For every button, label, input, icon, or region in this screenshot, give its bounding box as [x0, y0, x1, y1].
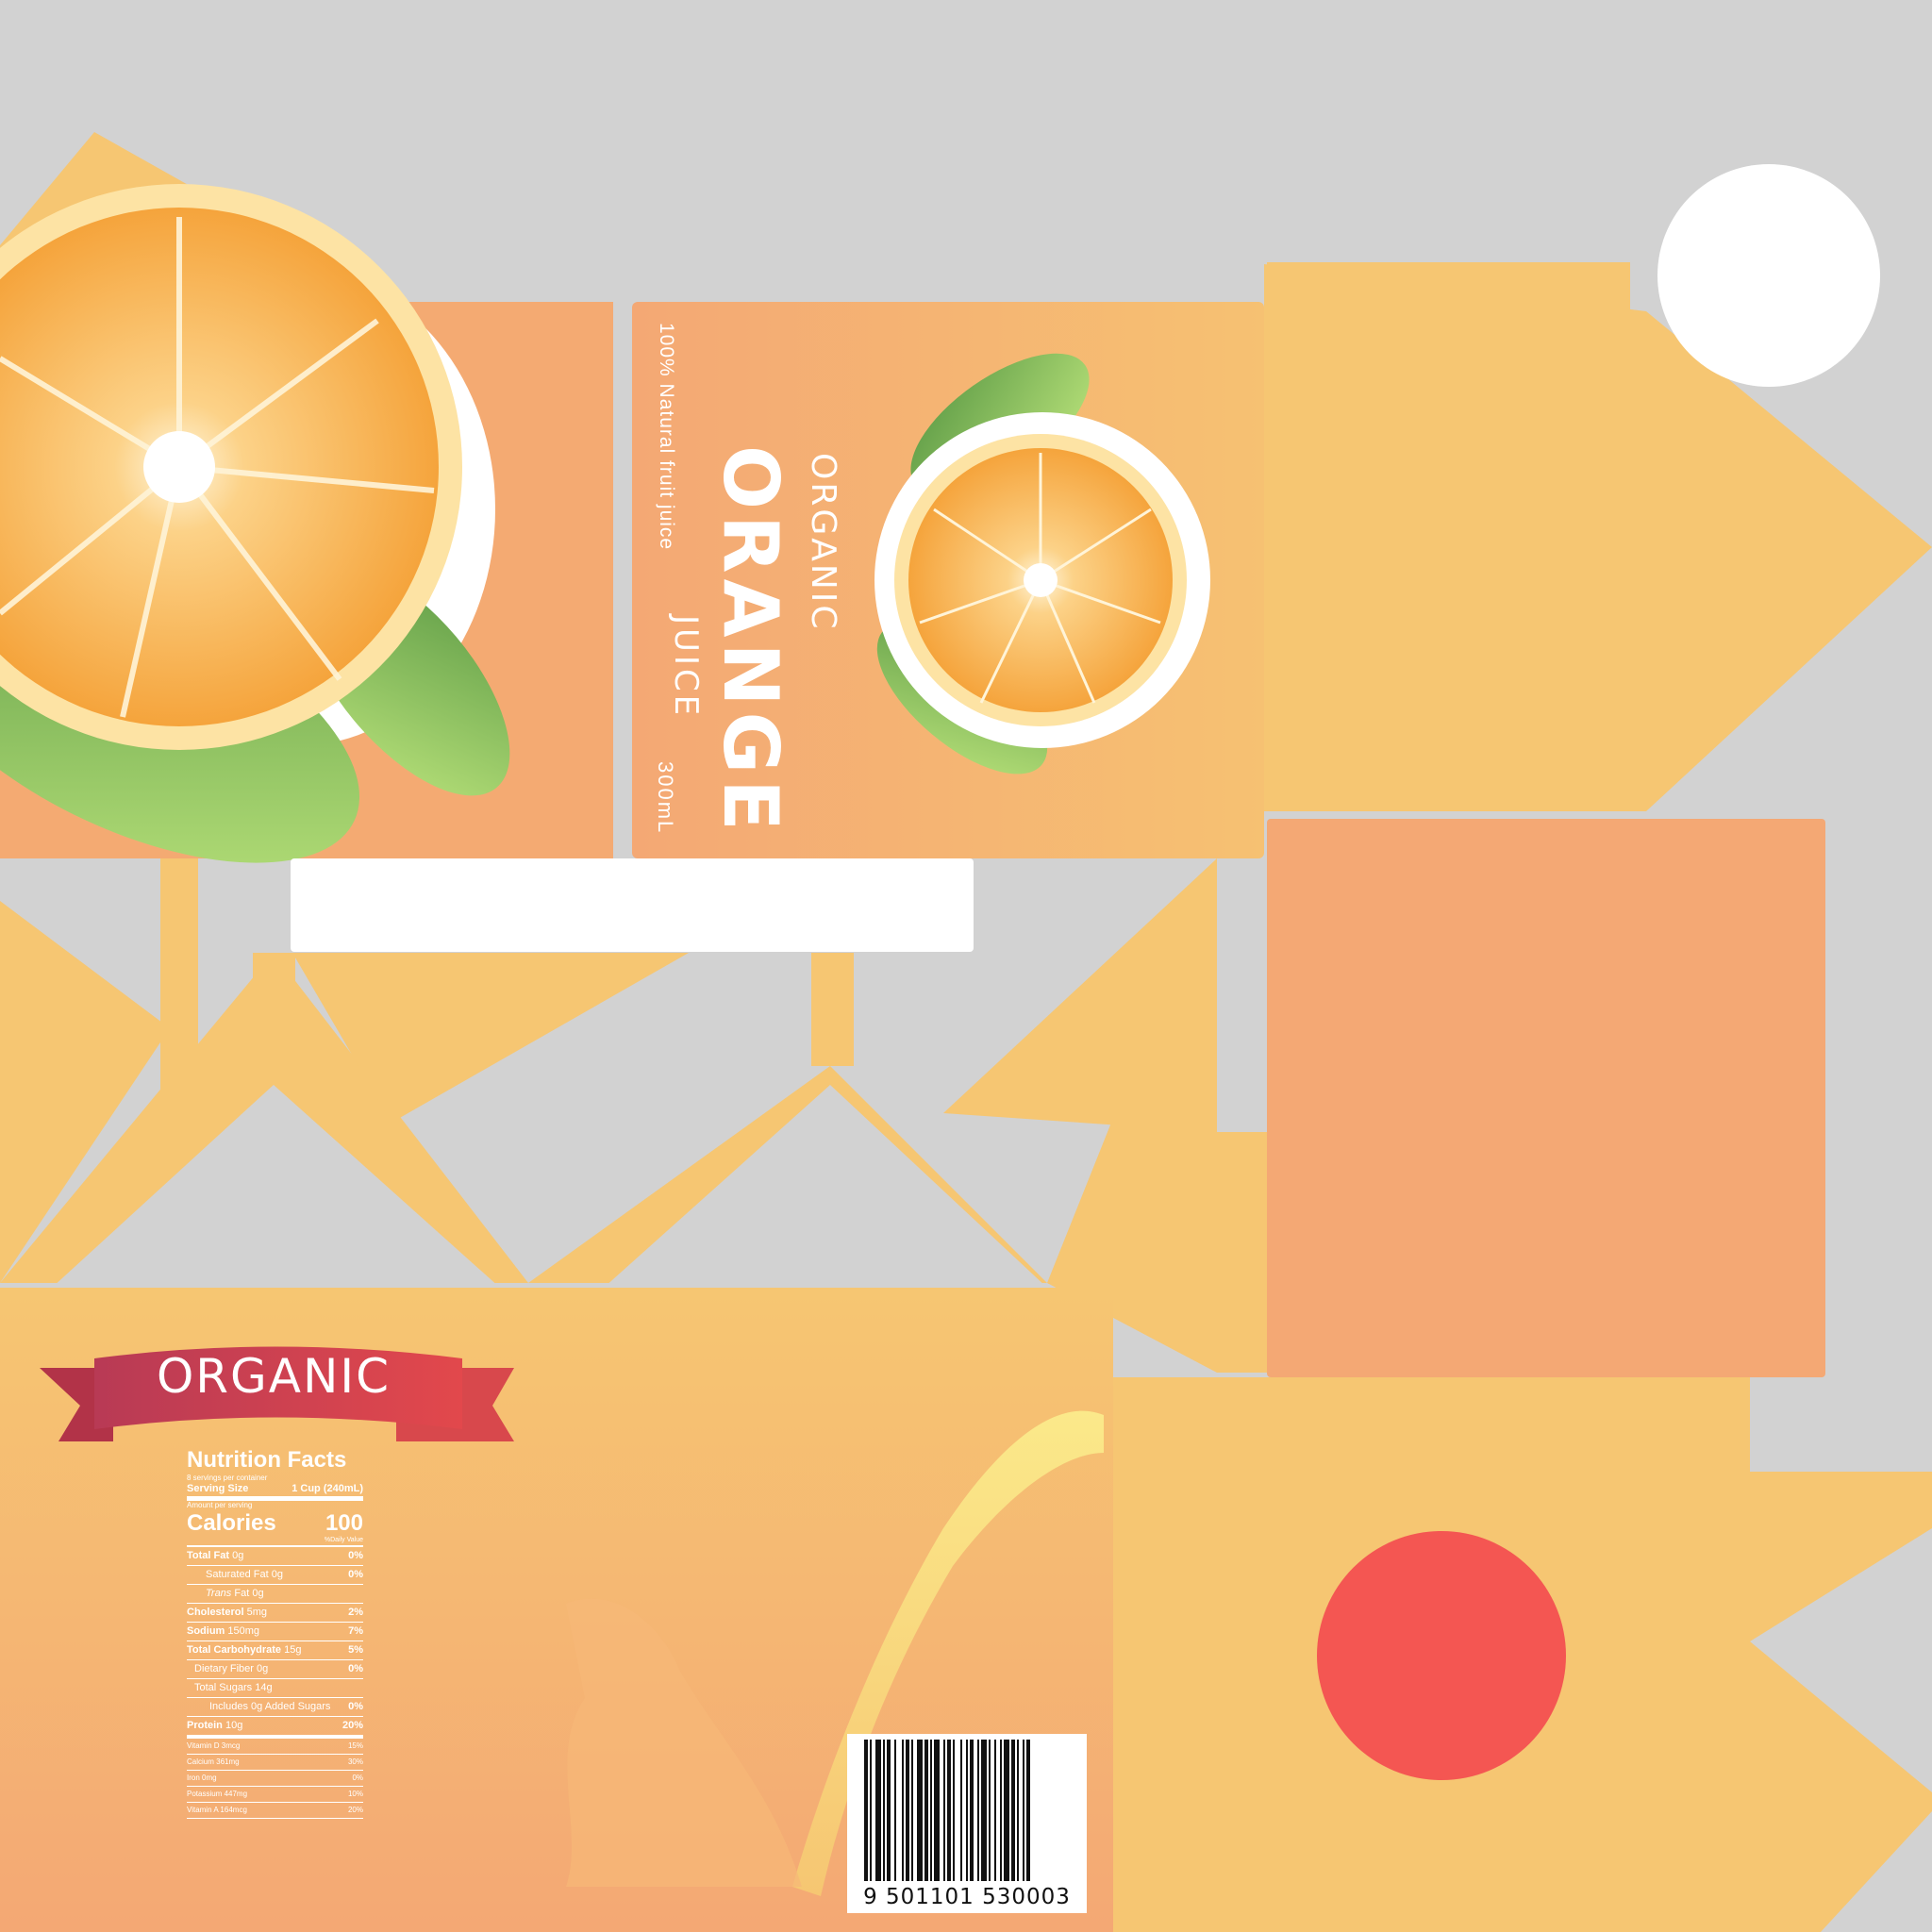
nutrient-row-total-fat: Total Fat 0g 0% [187, 1547, 363, 1566]
barcode-bar [943, 1740, 945, 1881]
ribbon-label: ORGANIC [156, 1349, 391, 1404]
gable-flap-6 [943, 858, 1217, 1132]
cap-hole-white [1657, 164, 1880, 387]
barcode-bar [977, 1740, 979, 1881]
barcode-bar [870, 1740, 872, 1881]
front-product-name: ORANGE [707, 445, 794, 837]
barcode-bar [947, 1740, 951, 1881]
right-top-tab [1267, 262, 1630, 319]
amount-per-serving: Amount per serving [187, 1501, 253, 1509]
nutrition-facts-panel: Nutrition Facts 8 servings per container… [187, 1447, 363, 1819]
barcode-bar [906, 1740, 909, 1881]
nutrient-row-total-carbohydrate: Total Carbohydrate 15g 5% [187, 1641, 363, 1660]
nutrient-row-dietary-fiber: Dietary Fiber 0g 0% [187, 1660, 363, 1679]
cap-circle-red [1317, 1531, 1566, 1780]
barcode-bar [924, 1740, 928, 1881]
barcode-bar [1023, 1740, 1024, 1881]
nutrient-row-cholesterol: Cholesterol 5mg 2% [187, 1604, 363, 1623]
vitamin-row: Iron 0mg 0% [187, 1771, 363, 1787]
barcode-bar [883, 1740, 885, 1881]
barcode-bar [966, 1740, 968, 1881]
front-brand: ORGANIC [804, 453, 842, 632]
vitamin-row: Vitamin D 3mcg 15% [187, 1739, 363, 1755]
gable-stem-1 [160, 858, 198, 1099]
front-product-kind: JUICE [667, 615, 705, 720]
barcode-bar [1017, 1740, 1019, 1881]
barcode-bar [934, 1740, 940, 1881]
barcode-bar [930, 1740, 932, 1881]
barcode-bar [902, 1740, 904, 1881]
right-middle-panel [1267, 819, 1825, 1377]
vitamin-row: Vitamin A 164mcg 20% [187, 1803, 363, 1819]
nutrient-row-added-sugars: Includes 0g Added Sugars 0% [187, 1698, 363, 1717]
white-label-strip [291, 858, 974, 952]
barcode-bar [875, 1740, 881, 1881]
calories-value: 100 [325, 1510, 363, 1536]
servings-per-container: 8 servings per container [187, 1474, 268, 1482]
barcode-bar [864, 1740, 868, 1881]
vitamin-row: Calcium 361mg 30% [187, 1755, 363, 1771]
nutrient-row-saturated-fat: Saturated Fat 0g 0% [187, 1566, 363, 1585]
calories-row: Calories 100 [187, 1510, 363, 1537]
nutrient-row-total-sugars: Total Sugars 14g [187, 1679, 363, 1698]
barcode-number: 9 501101 530003 [863, 1885, 1071, 1909]
serving-size-value: 1 Cup (240mL) [291, 1483, 363, 1494]
nutrient-row-sodium: Sodium 150mg 7% [187, 1623, 363, 1641]
barcode-bar [887, 1740, 891, 1881]
barcode-bar [1004, 1740, 1009, 1881]
gable-stem-2 [253, 953, 295, 1094]
nutrient-row-protein: Protein 10g 20% [187, 1717, 363, 1739]
barcode-bar [989, 1740, 991, 1881]
barcode: 9 501101 530003 [847, 1734, 1087, 1913]
barcode-bar [1011, 1740, 1015, 1881]
front-volume: 300mL [654, 761, 677, 835]
barcode-bar [970, 1740, 974, 1881]
vitamin-row: Potassium 447mg 10% [187, 1787, 363, 1803]
front-subtitle: 100% Natural fruit juice [656, 323, 677, 551]
barcode-bars [864, 1740, 1030, 1881]
calories-label: Calories [187, 1510, 276, 1536]
barcode-bar [894, 1740, 896, 1881]
serving-size-row: Serving Size 1 Cup (240mL) [187, 1483, 363, 1501]
barcode-bar [1026, 1740, 1030, 1881]
barcode-bar [1000, 1740, 1002, 1881]
nutrient-row-trans-fat: Trans Fat 0g [187, 1585, 363, 1604]
barcode-bar [994, 1740, 996, 1881]
gable-stem-3 [811, 953, 854, 1066]
barcode-bar [917, 1740, 923, 1881]
barcode-bar [953, 1740, 955, 1881]
barcode-bar [981, 1740, 987, 1881]
daily-value-header: %Daily Value [187, 1537, 363, 1547]
barcode-bar [911, 1740, 913, 1881]
barcode-bar [960, 1740, 962, 1881]
serving-size-label: Serving Size [187, 1483, 249, 1494]
nutrition-title: Nutrition Facts [187, 1447, 347, 1473]
right-middle-flap [1217, 1132, 1267, 1373]
